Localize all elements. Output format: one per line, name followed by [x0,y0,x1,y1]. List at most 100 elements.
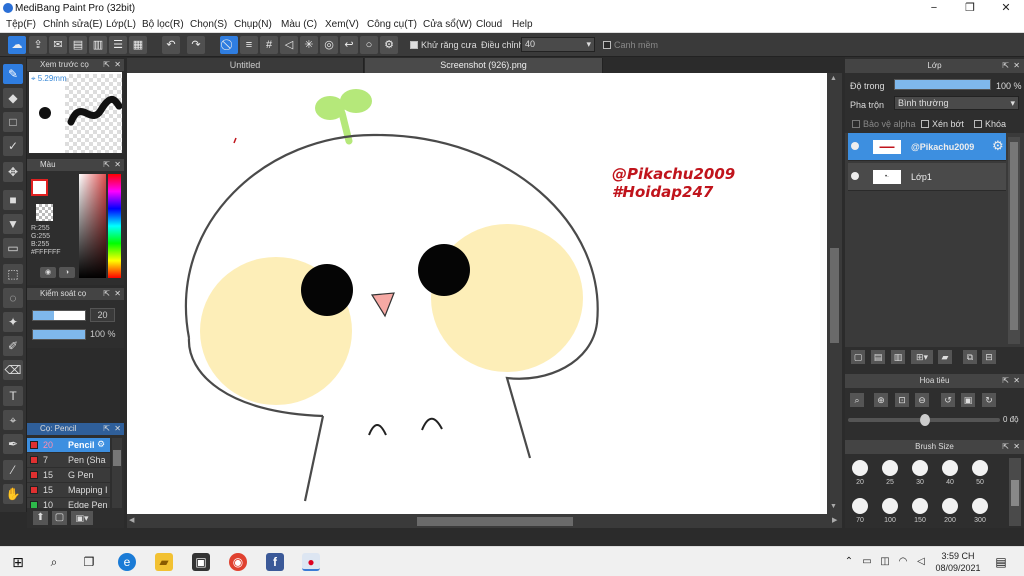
layer-list-scrollbar[interactable] [1008,137,1020,344]
clipping-checkbox[interactable] [921,120,929,128]
scroll-thumb[interactable] [830,248,839,343]
folder-icon[interactable]: ▰ [938,350,952,364]
magic-wand-icon[interactable]: ✦ [3,312,23,332]
brush-list-scrollbar[interactable] [112,438,122,508]
scroll-thumb[interactable] [1011,480,1019,506]
document-icon[interactable]: ▥ [89,36,107,54]
rotate-right-icon[interactable]: ↻ [982,393,996,407]
new-halftone-layer-icon[interactable]: ▤ [871,350,885,364]
drawing-canvas[interactable]: @Pikachu2009 #Hoidap247 [127,73,827,514]
divide-tool-icon[interactable]: ✒ [3,434,23,454]
correction-select[interactable]: 40 ▾ [521,37,595,52]
share-icon[interactable]: ⇪ [29,36,47,54]
shape-tool-icon[interactable]: □ [3,112,23,132]
blend-select[interactable]: Bình thường ▾ [894,96,1019,110]
text-tool-icon[interactable]: T [3,386,23,406]
select-pen-icon[interactable]: ✐ [3,336,23,356]
grid-icon[interactable]: ▦ [129,36,147,54]
fill-rect-tool-icon[interactable]: ■ [3,190,23,210]
clock[interactable]: 3:59 CH 08/09/2021 [935,550,981,574]
brush-size-slider[interactable] [32,310,86,321]
close-icon[interactable]: ✕ [114,288,121,300]
lasso-tool-icon[interactable]: ◌ [3,288,23,308]
eraser-tool-icon[interactable]: ◆ [3,88,23,108]
layer-item-pikachu[interactable]: ▬▬▬ @Pikachu2009 ⚙ [848,133,1006,161]
ellipse-snap-icon[interactable]: ○ [360,36,378,54]
brush-size-option[interactable]: 30 [909,460,931,486]
expand-icon[interactable]: ⇱ [1002,440,1009,454]
search-icon[interactable]: ⌕ [45,553,63,571]
comment-icon[interactable]: ✉ [49,36,67,54]
battery-icon[interactable]: ▭ [861,553,873,571]
parallel-snap-icon[interactable]: ≡ [240,36,258,54]
zoom-fit-icon[interactable]: ⌕ [850,393,864,407]
zoom-in-icon[interactable]: ⊕ [874,393,888,407]
gear-icon[interactable]: ⚙ [97,439,105,450]
brush-size-option[interactable]: 25 [879,460,901,486]
list-icon[interactable]: ☰ [109,36,127,54]
brush-row-gpen[interactable]: 15 G Pen [27,468,110,482]
menu-select[interactable]: Chọn(S) [190,19,227,30]
add-brush-icon[interactable]: ⬆ [33,511,48,525]
gradient-tool-icon[interactable]: ▭ [3,238,23,258]
new-8bit-layer-icon[interactable]: ▥ [891,350,905,364]
close-icon[interactable]: ✕ [1013,59,1020,73]
layer-item-layer1[interactable]: •· Lớp1 [848,163,1006,191]
brush-row-pen[interactable]: 7 Pen (Sha [27,453,110,467]
lock-toggle[interactable]: Khóa [974,119,1006,129]
menu-edit[interactable]: Chỉnh sửa(E) [43,19,103,30]
close-icon[interactable]: ✕ [114,59,121,71]
merge-layer-icon[interactable]: ⊟ [982,350,996,364]
expand-icon[interactable]: ⇱ [103,288,110,300]
canvas-vertical-scrollbar[interactable]: ▲ ▼ [827,73,842,514]
message-icon[interactable]: ▤ [69,36,87,54]
menu-filter[interactable]: Bộ lọc(R) [142,19,184,30]
minimize-button[interactable]: − [916,0,952,17]
dot-tool-icon[interactable]: ✓ [3,136,23,156]
expand-icon[interactable]: ⇱ [1002,59,1009,73]
brush-row-pencil[interactable]: 20 Pencil ⚙ [27,438,110,452]
hue-slider[interactable] [108,174,121,278]
task-view-icon[interactable]: ❐ [80,553,98,571]
brush-size-option[interactable]: 20 [849,460,871,486]
brush-row-mapping[interactable]: 15 Mapping I [27,483,110,497]
canvas-horizontal-scrollbar[interactable]: ◀ ▶ [127,514,842,528]
vanish-snap-icon[interactable]: ◁ [280,36,298,54]
eye-icon[interactable] [851,142,859,150]
layer-opacity-slider[interactable] [894,79,991,90]
zoom-out-icon[interactable]: ⊖ [915,393,929,407]
brush-size-option[interactable]: 300 [969,498,991,524]
scroll-thumb[interactable] [417,517,573,526]
maximize-button[interactable]: ❐ [952,0,988,17]
rotation-slider-thumb[interactable] [920,414,930,426]
menu-file[interactable]: Tệp(F) [6,19,36,30]
bucket-tool-icon[interactable]: ▼ [3,214,23,234]
scroll-up-icon[interactable]: ▲ [830,75,837,82]
chrome-icon[interactable]: ◉ [229,553,247,571]
select-eraser-icon[interactable]: ⌫ [3,360,23,380]
hand-tool-icon[interactable]: ✋ [3,484,23,504]
crosshatch-snap-icon[interactable]: # [260,36,278,54]
rotate-left-icon[interactable]: ↺ [941,393,955,407]
expand-icon[interactable]: ⇱ [103,59,110,71]
menu-color[interactable]: Màu (C) [281,19,317,30]
menu-tools[interactable]: Công cụ(T) [367,19,417,30]
expand-icon[interactable]: ⇱ [1002,374,1009,388]
new-brush-icon[interactable]: ▢ [52,511,67,525]
menu-capture[interactable]: Chụp(N) [234,19,272,30]
scroll-down-icon[interactable]: ▼ [830,503,837,510]
protect-alpha-toggle[interactable]: Bảo vệ alpha [852,119,916,129]
expand-icon[interactable]: ⇱ [103,423,110,435]
menu-cloud[interactable]: Cloud [476,19,502,30]
close-button[interactable]: ✕ [988,0,1024,17]
gear-icon[interactable]: ⚙ [992,138,1004,154]
close-icon[interactable]: ✕ [1013,440,1020,454]
duplicate-layer-icon[interactable]: ⧉ [963,350,977,364]
facebook-icon[interactable]: f [266,553,284,571]
eye-icon[interactable] [851,172,859,180]
cloud-icon[interactable]: ☁ [8,36,26,54]
edge-browser-icon[interactable]: e [118,553,136,571]
redo-icon[interactable]: ↷ [187,36,205,54]
snap-toggle[interactable]: Canh mềm [603,40,658,50]
medibang-taskbar-icon[interactable]: ● [302,553,320,571]
